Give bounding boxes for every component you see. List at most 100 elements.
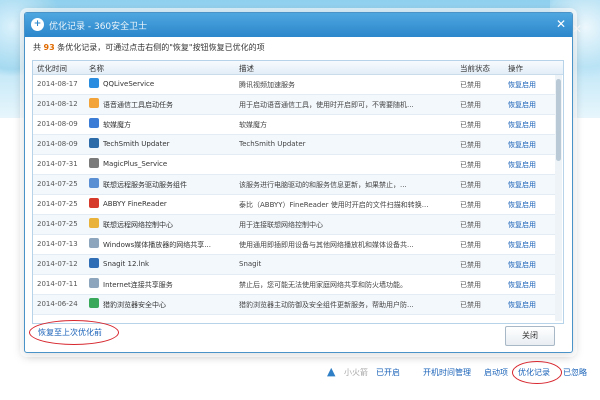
row-name: 猎豹浏览器安全中心: [103, 301, 166, 309]
row-date: 2014-07-13: [37, 240, 78, 248]
item-app-icon: [89, 158, 99, 168]
row-status: 已禁用: [460, 101, 481, 109]
item-app-icon: [89, 238, 99, 248]
close-button[interactable]: 关闭: [505, 326, 555, 346]
row-description: 软媒魔方: [239, 121, 267, 129]
record-count: 93: [43, 43, 55, 52]
restore-enable-link[interactable]: 恢复启用: [508, 160, 552, 170]
row-status: 已禁用: [460, 121, 481, 129]
restore-enable-link[interactable]: 恢复启用: [508, 80, 552, 90]
row-name: 语音通信工具启动任务: [103, 101, 173, 109]
row-date: 2014-07-31: [37, 160, 78, 168]
row-description: Snagit: [239, 260, 262, 268]
rocket-icon[interactable]: ▲: [327, 365, 335, 378]
restore-enable-link[interactable]: 恢复启用: [508, 120, 552, 130]
info-suffix: 条优化记录，可通过点击右侧的"恢复"按钮恢复已优化的项: [57, 43, 265, 52]
toolbar-rocket-label[interactable]: 小火箭: [344, 367, 368, 378]
restore-enable-link[interactable]: 恢复启用: [508, 200, 552, 210]
toolbar-enabled-status[interactable]: 已开启: [376, 367, 400, 378]
table-row[interactable]: 2014-07-12 Snagit 12.lnk Snagit 已禁用 恢复启用: [33, 255, 555, 275]
table-row[interactable]: 2014-07-11 Internet连接共享服务 禁止后，您可能无法使用家庭网络共…: [33, 275, 555, 295]
item-app-icon: [89, 258, 99, 268]
row-name: Snagit 12.lnk: [103, 260, 150, 268]
row-status: 已禁用: [460, 201, 481, 209]
row-description: 用于连接联想网络控制中心: [239, 221, 323, 229]
table-row[interactable]: 2014-07-31 MagicPlus_Service 已禁用 恢复启用: [33, 155, 555, 175]
dialog-titlebar[interactable]: + 优化记录 - 360安全卫士 ✕: [25, 13, 572, 37]
restore-enable-link[interactable]: 恢复启用: [508, 140, 552, 150]
table-row[interactable]: 2014-08-12 语音通信工具启动任务 用于启动语音通信工具，使用时开启即可，不…: [33, 95, 555, 115]
row-status: 已禁用: [460, 241, 481, 249]
table-row[interactable]: 2014-08-17 QQLiveService 腾讯视频加速服务 已禁用 恢复启用: [33, 75, 555, 95]
item-app-icon: [89, 98, 99, 108]
restore-enable-link[interactable]: 恢复启用: [508, 300, 552, 310]
restore-enable-link[interactable]: 恢复启用: [508, 260, 552, 270]
row-description: 猎豹浏览器主动防御及安全组件更新服务，帮助用户防...: [239, 301, 414, 309]
table-row[interactable]: 2014-07-25 联想远程网络控制中心 用于连接联想网络控制中心 已禁用 恢复启用: [33, 215, 555, 235]
row-name: 联想远程网络控制中心: [103, 221, 173, 229]
row-status: 已禁用: [460, 141, 481, 149]
info-prefix: 共: [33, 43, 41, 52]
row-name: TechSmith Updater: [103, 140, 170, 148]
table-header: 优化时间 名称 描述 当前状态 操作: [33, 61, 563, 75]
restore-last-optimization-link[interactable]: 恢复至上次优化前: [38, 327, 102, 338]
row-status: 已禁用: [460, 261, 481, 269]
row-date: 2014-08-09: [37, 140, 78, 148]
row-description: 该服务进行电脑驱动的和服务信息更新，如果禁止，...: [239, 181, 407, 189]
restore-enable-link[interactable]: 恢复启用: [508, 220, 552, 230]
column-header-description[interactable]: 描述: [239, 63, 254, 74]
restore-enable-link[interactable]: 恢复启用: [508, 280, 552, 290]
row-description: 泰比（ABBYY）FineReader 使用时开启的文件扫描和转换...: [239, 201, 429, 209]
item-app-icon: [89, 218, 99, 228]
row-status: 已禁用: [460, 281, 481, 289]
row-description: 腾讯视频加速服务: [239, 81, 295, 89]
dialog-title: 优化记录 - 360安全卫士: [49, 22, 148, 32]
row-description: 使用通用即插即用设备与其他网络播放机和媒体设备共...: [239, 241, 414, 249]
row-name: 联想远程服务驱动服务组件: [103, 181, 187, 189]
row-status: 已禁用: [460, 221, 481, 229]
item-app-icon: [89, 118, 99, 128]
row-date: 2014-08-17: [37, 80, 78, 88]
table-scrollbar[interactable]: [555, 75, 562, 321]
scrollbar-thumb[interactable]: [556, 79, 561, 161]
toolbar-ignored[interactable]: 已忽略: [563, 367, 587, 378]
row-date: 2014-06-24: [37, 300, 78, 308]
row-name: QQLiveService: [103, 80, 155, 88]
close-icon[interactable]: ✕: [556, 17, 566, 31]
row-date: 2014-08-09: [37, 120, 78, 128]
row-name: Windows媒体播放器的网络共享...: [103, 241, 211, 249]
table-row[interactable]: 2014-08-09 TechSmith Updater TechSmith Upd…: [33, 135, 555, 155]
column-header-date[interactable]: 优化时间: [37, 63, 67, 74]
row-description: TechSmith Updater: [239, 140, 306, 148]
column-header-name[interactable]: 名称: [89, 63, 104, 74]
item-app-icon: [89, 138, 99, 148]
restore-enable-link[interactable]: 恢复启用: [508, 180, 552, 190]
info-text: 共 93 条优化记录，可通过点击右侧的"恢复"按钮恢复已优化的项: [33, 42, 265, 53]
row-date: 2014-07-25: [37, 180, 78, 188]
item-app-icon: [89, 78, 99, 88]
row-name: ABBYY FineReader: [103, 200, 167, 208]
table-row[interactable]: 2014-07-25 ABBYY FineReader 泰比（ABBYY）FineR…: [33, 195, 555, 215]
restore-enable-link[interactable]: 恢复启用: [508, 240, 552, 250]
toolbar-optimization-records[interactable]: 优化记录: [518, 367, 550, 378]
item-app-icon: [89, 198, 99, 208]
row-date: 2014-07-25: [37, 200, 78, 208]
row-description: 用于启动语音通信工具，使用时开启即可，不需要随机...: [239, 101, 414, 109]
toolbar-startup-items[interactable]: 启动项: [484, 367, 508, 378]
record-table: 优化时间 名称 描述 当前状态 操作 2014-08-17 QQLiveServi…: [32, 60, 564, 324]
item-app-icon: [89, 278, 99, 288]
table-row[interactable]: 2014-07-25 联想远程服务驱动服务组件 该服务进行电脑驱动的和服务信息更新，…: [33, 175, 555, 195]
row-description: 禁止后，您可能无法使用家庭网络共享和防火墙功能。: [239, 281, 407, 289]
column-header-action: 操作: [508, 64, 523, 73]
optimization-record-dialog: + 优化记录 - 360安全卫士 ✕ 共 93 条优化记录，可通过点击右侧的"恢…: [24, 12, 573, 353]
table-row[interactable]: 2014-07-13 Windows媒体播放器的网络共享... 使用通用即插即用设备…: [33, 235, 555, 255]
table-row[interactable]: 2014-08-09 软媒魔方 软媒魔方 已禁用 恢复启用: [33, 115, 555, 135]
toolbar-boot-time-management[interactable]: 开机时间管理: [423, 367, 471, 378]
row-status: 已禁用: [460, 161, 481, 169]
row-status: 已禁用: [460, 181, 481, 189]
table-row[interactable]: 2014-06-24 猎豹浏览器安全中心 猎豹浏览器主动防御及安全组件更新服务，帮助…: [33, 295, 555, 315]
row-date: 2014-07-11: [37, 280, 78, 288]
row-name: MagicPlus_Service: [103, 160, 168, 168]
restore-enable-link[interactable]: 恢复启用: [508, 100, 552, 110]
column-header-status[interactable]: 当前状态: [460, 63, 490, 74]
